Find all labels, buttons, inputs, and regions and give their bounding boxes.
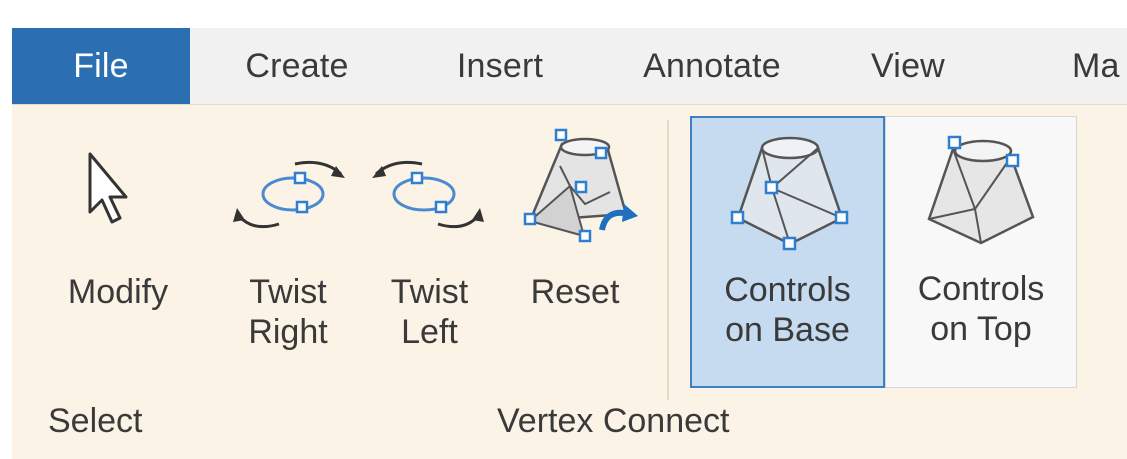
controls-on-base-button[interactable]: Controls on Base <box>690 116 885 388</box>
controls-on-top-label-line2: on Top <box>930 310 1032 348</box>
group-label-select: Select <box>48 402 143 440</box>
twist-left-icon <box>372 160 484 229</box>
twist-right-label-line2: Right <box>248 313 328 351</box>
tab-annotate[interactable]: Annotate <box>622 28 802 105</box>
frustum-base-controls-icon <box>730 136 849 251</box>
ribbon-tab-bar: File Create Insert Annotate View Ma <box>12 28 1127 105</box>
modify-label: Modify <box>67 273 169 311</box>
twist-left-label-line2: Left <box>401 313 458 351</box>
tab-create[interactable]: Create <box>222 28 372 105</box>
tab-view[interactable]: View <box>848 28 968 105</box>
ribbon-window: File Create Insert Annotate View Ma Modi… <box>0 0 1127 459</box>
group-separator <box>667 120 669 400</box>
tab-file[interactable]: File <box>12 28 190 105</box>
twist-left-button[interactable]: Twist Left <box>362 120 497 390</box>
frustum-top-controls-icon <box>927 135 1035 245</box>
twist-right-label-line1: Twist <box>249 273 327 311</box>
controls-on-top-button[interactable]: Controls on Top <box>885 116 1077 388</box>
reset-frustum-icon <box>523 128 638 243</box>
modify-button[interactable]: Modify <box>38 120 198 390</box>
reset-label: Reset <box>530 273 620 311</box>
controls-on-top-label-line1: Controls <box>917 270 1045 308</box>
twist-right-icon <box>233 160 345 229</box>
twist-right-button[interactable]: Twist Right <box>218 120 358 390</box>
tab-manage[interactable]: Ma <box>1072 28 1127 105</box>
reset-button[interactable]: Reset <box>500 120 650 390</box>
controls-on-base-label-line2: on Base <box>725 311 850 349</box>
tab-insert[interactable]: Insert <box>430 28 570 105</box>
group-label-vertex-connect: Vertex Connect <box>497 402 730 440</box>
cursor-arrow-icon <box>88 152 128 224</box>
controls-on-base-label-line1: Controls <box>724 271 851 309</box>
twist-left-label-line1: Twist <box>390 273 469 311</box>
